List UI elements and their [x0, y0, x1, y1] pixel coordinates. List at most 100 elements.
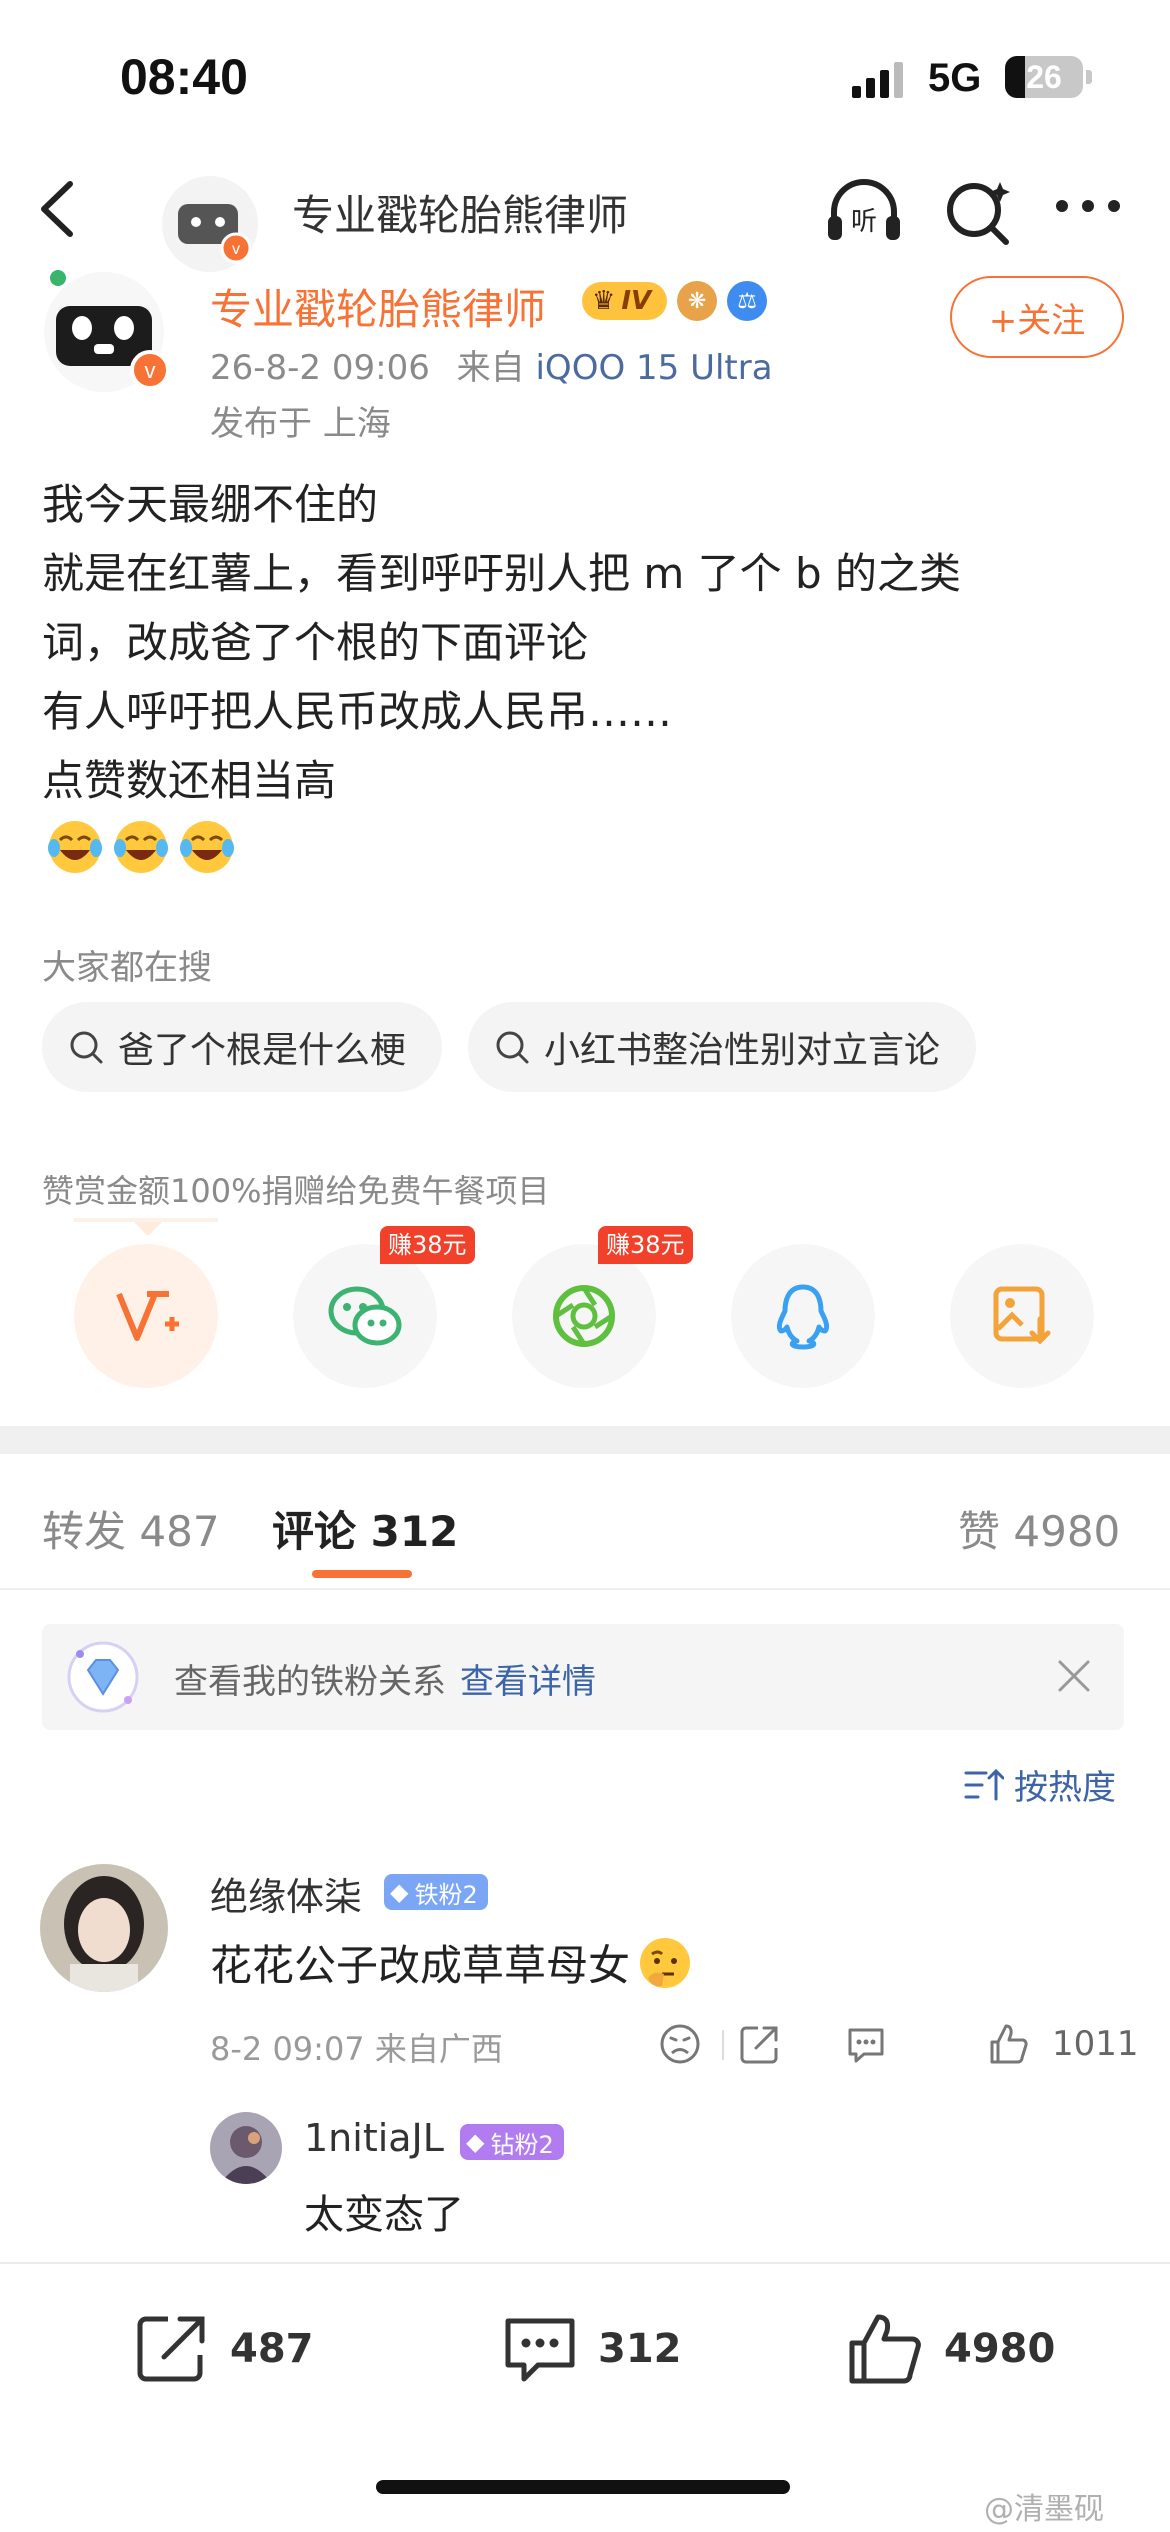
- fan-banner-link[interactable]: 查看详情: [460, 1662, 596, 1702]
- reward-title: 赞赏金额100%捐赠给免费午餐项目: [42, 1172, 550, 1210]
- home-indicator[interactable]: [376, 2480, 790, 2494]
- qq-icon: [776, 1284, 830, 1350]
- search-icon: [70, 1031, 103, 1064]
- close-icon[interactable]: [1052, 1654, 1096, 1698]
- post-line: 就是在红薯上，看到呼吁别人把 m 了个 b 的之类: [42, 549, 961, 598]
- comment-body: 花花公子改成草草母女: [210, 1941, 631, 1990]
- bottom-comment-count: 312: [598, 2326, 682, 2372]
- comment-icon[interactable]: [844, 2022, 888, 2066]
- medal-icon[interactable]: ❋: [677, 281, 718, 321]
- laugh-cry-emoji: [48, 821, 102, 873]
- comment-icon: [505, 2318, 575, 2382]
- iron-fan-label: 铁粉2: [414, 1880, 478, 1909]
- save-image-button[interactable]: [950, 1244, 1094, 1388]
- moments-icon: [553, 1285, 615, 1347]
- comment-actions: 1011: [658, 2016, 1139, 2070]
- post-line: 我今天最绷不住的: [42, 480, 379, 529]
- back-arrow-icon[interactable]: [30, 174, 90, 244]
- laugh-cry-emoji: [180, 821, 234, 873]
- laugh-cry-emoji: [114, 821, 168, 873]
- bottom-like-count: 4980: [944, 2326, 1056, 2372]
- chip-label: 爸了个根是什么梗: [118, 1030, 407, 1071]
- sort-button[interactable]: 按热度: [964, 1760, 1116, 1809]
- svg-text:听: 听: [851, 207, 877, 237]
- svg-text:v: v: [232, 241, 240, 258]
- fan-relation-banner: 查看我的铁粉关系 查看详情: [42, 1624, 1124, 1730]
- tab-comment-count: 312: [370, 1507, 459, 1556]
- v-plus-icon: [116, 1291, 179, 1341]
- top-nav: v 专业戳轮胎熊律师 听: [0, 150, 1170, 272]
- more-icon[interactable]: [1052, 186, 1124, 226]
- tab-repost[interactable]: 转发 487: [42, 1498, 220, 1559]
- iron-fan-badge[interactable]: ◆ 铁粉2: [384, 1874, 488, 1910]
- source-prefix: 来自: [456, 348, 525, 388]
- sort-icon: [964, 1768, 1004, 1800]
- status-time: 08:40: [120, 49, 248, 105]
- dislike-face-icon[interactable]: [658, 2022, 702, 2066]
- follow-button[interactable]: +关注: [950, 276, 1124, 358]
- emoji-row: [46, 818, 236, 876]
- repost-icon: [137, 2316, 205, 2382]
- wechat-icon: [328, 1286, 402, 1346]
- watermark: @清墨砚: [984, 2492, 1104, 2527]
- nav-title: 专业戳轮胎熊律师: [292, 191, 629, 240]
- commenter-name[interactable]: 绝缘体柒: [210, 1866, 362, 1921]
- reply-avatar[interactable]: [210, 2112, 282, 2184]
- tab-repost-label: 转发: [42, 1507, 127, 1556]
- bottom-comment-button[interactable]: 312: [502, 2304, 682, 2394]
- earn-tag: 赚38元: [380, 1226, 475, 1264]
- like-icon[interactable]: [986, 2022, 1030, 2066]
- post-tabs: 转发 487 评论 312 赞 4980: [0, 1454, 1170, 1590]
- comment-meta: 8-2 09:07 来自广西: [210, 2030, 503, 2068]
- svg-text:v: v: [145, 358, 156, 383]
- search-icon[interactable]: [942, 172, 1014, 248]
- section-separator: [0, 1426, 1170, 1454]
- post-time: 26-8-2 09:06: [210, 348, 430, 388]
- crown-icon: ♛: [592, 286, 616, 316]
- author-avatar[interactable]: v: [38, 270, 176, 392]
- level-text: IV: [621, 286, 652, 316]
- diamond-fan-badge[interactable]: ◆ 钻粉2: [460, 2124, 564, 2160]
- bottom-repost-button[interactable]: 487: [134, 2304, 314, 2394]
- tab-like[interactable]: 赞 4980: [958, 1498, 1120, 1559]
- comment-like-count: 1011: [1052, 2024, 1139, 2064]
- chip-label: 小红书整治性别对立言论: [544, 1030, 941, 1071]
- hot-search-title: 大家都在搜: [42, 948, 212, 988]
- reply-user-name[interactable]: 1nitiaJL: [304, 2116, 444, 2160]
- save-image-icon: [993, 1286, 1051, 1345]
- fan-banner-label: 查看我的铁粉关系: [174, 1662, 446, 1702]
- author-name[interactable]: 专业戳轮胎熊律师: [210, 276, 546, 337]
- author-badges: ♛ IV ❋ ⚖: [582, 276, 768, 326]
- tip-arrow: [134, 1222, 162, 1236]
- tab-underline: [312, 1570, 412, 1578]
- v-plus-button[interactable]: [74, 1244, 218, 1388]
- battery-percent: 26: [1026, 59, 1062, 95]
- status-bar: 08:40 5G 26: [0, 0, 1170, 150]
- signal-icon: [852, 62, 903, 98]
- moments-share-button[interactable]: [512, 1244, 656, 1388]
- law-hammer-icon[interactable]: ⚖: [727, 281, 768, 321]
- hot-search-chips: 爸了个根是什么梗 小红书整治性别对立言论: [42, 1002, 977, 1092]
- reply-text: 太变态了: [304, 2192, 464, 2238]
- diamond-icon: [67, 1641, 139, 1713]
- level-badge[interactable]: ♛ IV: [582, 282, 668, 320]
- commenter-avatar[interactable]: [40, 1864, 168, 1992]
- action-divider: [722, 2030, 724, 2060]
- listen-icon[interactable]: 听: [822, 172, 906, 248]
- bottom-like-button[interactable]: 4980: [846, 2304, 1055, 2394]
- nav-avatar[interactable]: v: [160, 174, 260, 274]
- hot-search-chip[interactable]: 爸了个根是什么梗: [42, 1002, 443, 1092]
- hot-search-chip[interactable]: 小红书整治性别对立言论: [468, 1002, 977, 1092]
- post-line: 有人呼吁把人民币改成人民吊……: [42, 687, 673, 736]
- fan-banner-text: 查看我的铁粉关系 查看详情: [174, 1654, 596, 1703]
- qq-share-button[interactable]: [731, 1244, 875, 1388]
- battery-icon: 26: [1005, 56, 1083, 98]
- wechat-share-button[interactable]: [293, 1244, 437, 1388]
- earn-tag: 赚38元: [598, 1226, 693, 1264]
- post-source[interactable]: iQOO 15 Ultra: [535, 348, 772, 388]
- sort-label: 按热度: [1014, 1768, 1116, 1808]
- tab-like-label: 赞: [958, 1507, 1001, 1556]
- search-icon: [496, 1031, 529, 1064]
- tab-comment[interactable]: 评论 312: [272, 1498, 458, 1559]
- repost-icon[interactable]: [738, 2022, 782, 2066]
